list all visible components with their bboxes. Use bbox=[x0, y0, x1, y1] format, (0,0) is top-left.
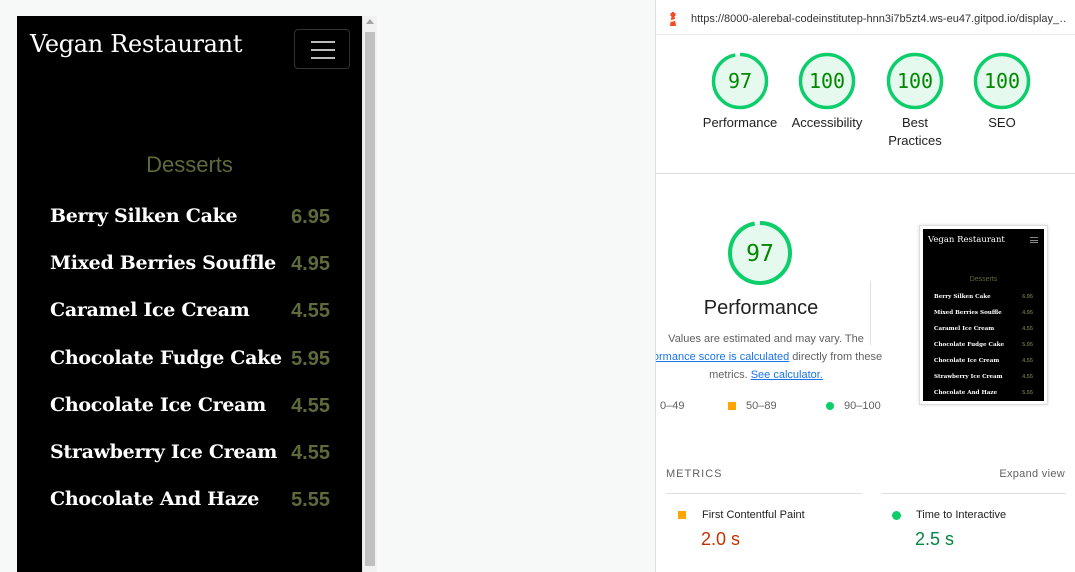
gauge-seo[interactable]: 100 SEO bbox=[962, 52, 1042, 132]
score-gauge: 100 bbox=[886, 52, 944, 110]
final-screenshot-thumbnail[interactable]: Vegan Restaurant Desserts Berry Silken C… bbox=[919, 225, 1048, 405]
thumbnail-item: Berry Silken Cake 6.95 bbox=[934, 294, 1033, 300]
metric-value: 2.5 s bbox=[915, 529, 955, 549]
menu-list: Berry Silken Cake 6.95 Mixed Berries Souf… bbox=[50, 205, 330, 535]
score-gauge: 100 bbox=[798, 52, 856, 110]
svg-text:97: 97 bbox=[728, 69, 752, 93]
expand-view-toggle[interactable]: Expand view bbox=[999, 468, 1065, 480]
hamburger-icon bbox=[311, 41, 335, 43]
gauge-label: Performance bbox=[702, 115, 778, 130]
lighthouse-report: https://8000-alerebal-codeinstitutep-hnn… bbox=[655, 0, 1075, 572]
score-gauge: 97 bbox=[711, 52, 769, 110]
menu-item-price: 4.95 bbox=[291, 253, 330, 276]
orange-square-icon bbox=[678, 511, 686, 519]
metric-label: Time to Interactive bbox=[916, 509, 1007, 521]
menu-item-name: Mixed Berries Souffle bbox=[50, 252, 276, 275]
thumbnail-item: Chocolate And Haze 5.55 bbox=[934, 390, 1033, 396]
divider bbox=[666, 493, 862, 494]
thumbnail-brand: Vegan Restaurant bbox=[928, 235, 1005, 245]
svg-text:100: 100 bbox=[897, 69, 933, 93]
performance-gauge-large: 97 bbox=[727, 220, 793, 286]
legend-average: 50–89 bbox=[728, 400, 777, 412]
menu-item: Strawberry Ice Cream 4.55 bbox=[50, 441, 330, 488]
thumbnail-item: Mixed Berries Souffle 4.95 bbox=[934, 310, 1033, 316]
metric-value: 2.0 s bbox=[701, 529, 741, 549]
legend-fail: 0–49 bbox=[660, 400, 685, 412]
menu-item-name: Caramel Ice Cream bbox=[50, 299, 250, 322]
metric-label: First Contentful Paint bbox=[702, 509, 805, 521]
report-url[interactable]: https://8000-alerebal-codeinstitutep-hnn… bbox=[691, 13, 1066, 25]
gauge-performance[interactable]: 97 Performance bbox=[699, 52, 781, 132]
legend-pass: 90–100 bbox=[826, 400, 881, 412]
gauge-label: Best Practices bbox=[888, 115, 942, 148]
menu-item-name: Chocolate And Haze bbox=[50, 488, 260, 511]
green-circle-icon bbox=[892, 511, 901, 520]
divider bbox=[881, 493, 1066, 494]
menu-item-price: 4.55 bbox=[291, 300, 330, 323]
green-circle-icon bbox=[826, 402, 834, 411]
divider bbox=[656, 34, 1075, 35]
menu-item-name: Chocolate Fudge Cake bbox=[50, 346, 282, 369]
menu-item-price: 4.55 bbox=[291, 394, 330, 417]
menu-item-name: Chocolate Ice Cream bbox=[50, 393, 266, 416]
svg-text:100: 100 bbox=[984, 69, 1020, 93]
menu-item-price: 6.95 bbox=[291, 206, 330, 228]
score-gauge: 100 bbox=[973, 52, 1031, 110]
metrics-heading: METRICS bbox=[666, 468, 723, 480]
navbar-toggler-button[interactable] bbox=[294, 29, 350, 69]
thumbnail-item: Caramel Ice Cream 4.55 bbox=[934, 326, 1033, 332]
navbar-brand[interactable]: Vegan Restaurant bbox=[30, 30, 242, 58]
menu-item-price: 5.55 bbox=[291, 489, 330, 512]
thumbnail-item: Strawberry Ice Cream 4.55 bbox=[934, 374, 1033, 380]
gauge-label: SEO bbox=[988, 115, 1016, 130]
menu-item-price: 4.55 bbox=[291, 441, 330, 464]
preview-scrollbar[interactable] bbox=[362, 16, 377, 572]
gauge-best-practices[interactable]: 100 Best Practices bbox=[875, 52, 955, 150]
gauge-accessibility[interactable]: 100 Accessibility bbox=[787, 52, 867, 132]
menu-item-price: 5.95 bbox=[291, 347, 330, 370]
orange-square-icon bbox=[728, 402, 736, 411]
menu-item: Chocolate Ice Cream 4.55 bbox=[50, 394, 330, 441]
thumbnail-section-title: Desserts bbox=[969, 276, 998, 283]
menu-item: Chocolate Fudge Cake 5.95 bbox=[50, 347, 330, 394]
divider bbox=[656, 173, 1075, 174]
thumbnail-item: Chocolate Fudge Cake 5.95 bbox=[934, 342, 1033, 348]
menu-item: Mixed Berries Souffle 4.95 bbox=[50, 252, 330, 299]
thumbnail-menu-list: Berry Silken Cake 6.95 Mixed Berries Souf… bbox=[934, 294, 1033, 401]
menu-item: Chocolate And Haze 5.55 bbox=[50, 488, 330, 535]
scrollbar-thumb[interactable] bbox=[365, 32, 375, 566]
menu-item-name: Strawberry Ice Cream bbox=[50, 440, 278, 463]
section-title: Desserts bbox=[146, 152, 233, 177]
lighthouse-icon bbox=[670, 12, 676, 26]
report-url-bar: https://8000-alerebal-codeinstitutep-hnn… bbox=[656, 8, 1075, 30]
hamburger-icon bbox=[1030, 237, 1038, 243]
scroll-up-arrow-icon[interactable] bbox=[366, 19, 374, 24]
thumbnail-item: Chocolate Ice Cream 4.55 bbox=[934, 358, 1033, 364]
performance-note: Values are estimated and may vary. The f… bbox=[656, 330, 886, 384]
see-calculator-link[interactable]: See calculator. bbox=[751, 369, 823, 381]
score-calculated-link[interactable]: formance score is calculated bbox=[656, 351, 789, 363]
svg-text:100: 100 bbox=[809, 69, 845, 93]
menu-item: Caramel Ice Cream 4.55 bbox=[50, 299, 330, 346]
menu-item-name: Berry Silken Cake bbox=[50, 205, 238, 227]
svg-text:97: 97 bbox=[746, 241, 774, 267]
performance-title: Performance bbox=[703, 297, 819, 319]
gauge-label: Accessibility bbox=[791, 115, 863, 130]
mobile-preview: Vegan Restaurant Desserts Berry Silken C… bbox=[17, 16, 362, 572]
score-gauge: 97 bbox=[728, 221, 792, 285]
menu-item: Berry Silken Cake 6.95 bbox=[50, 205, 330, 252]
